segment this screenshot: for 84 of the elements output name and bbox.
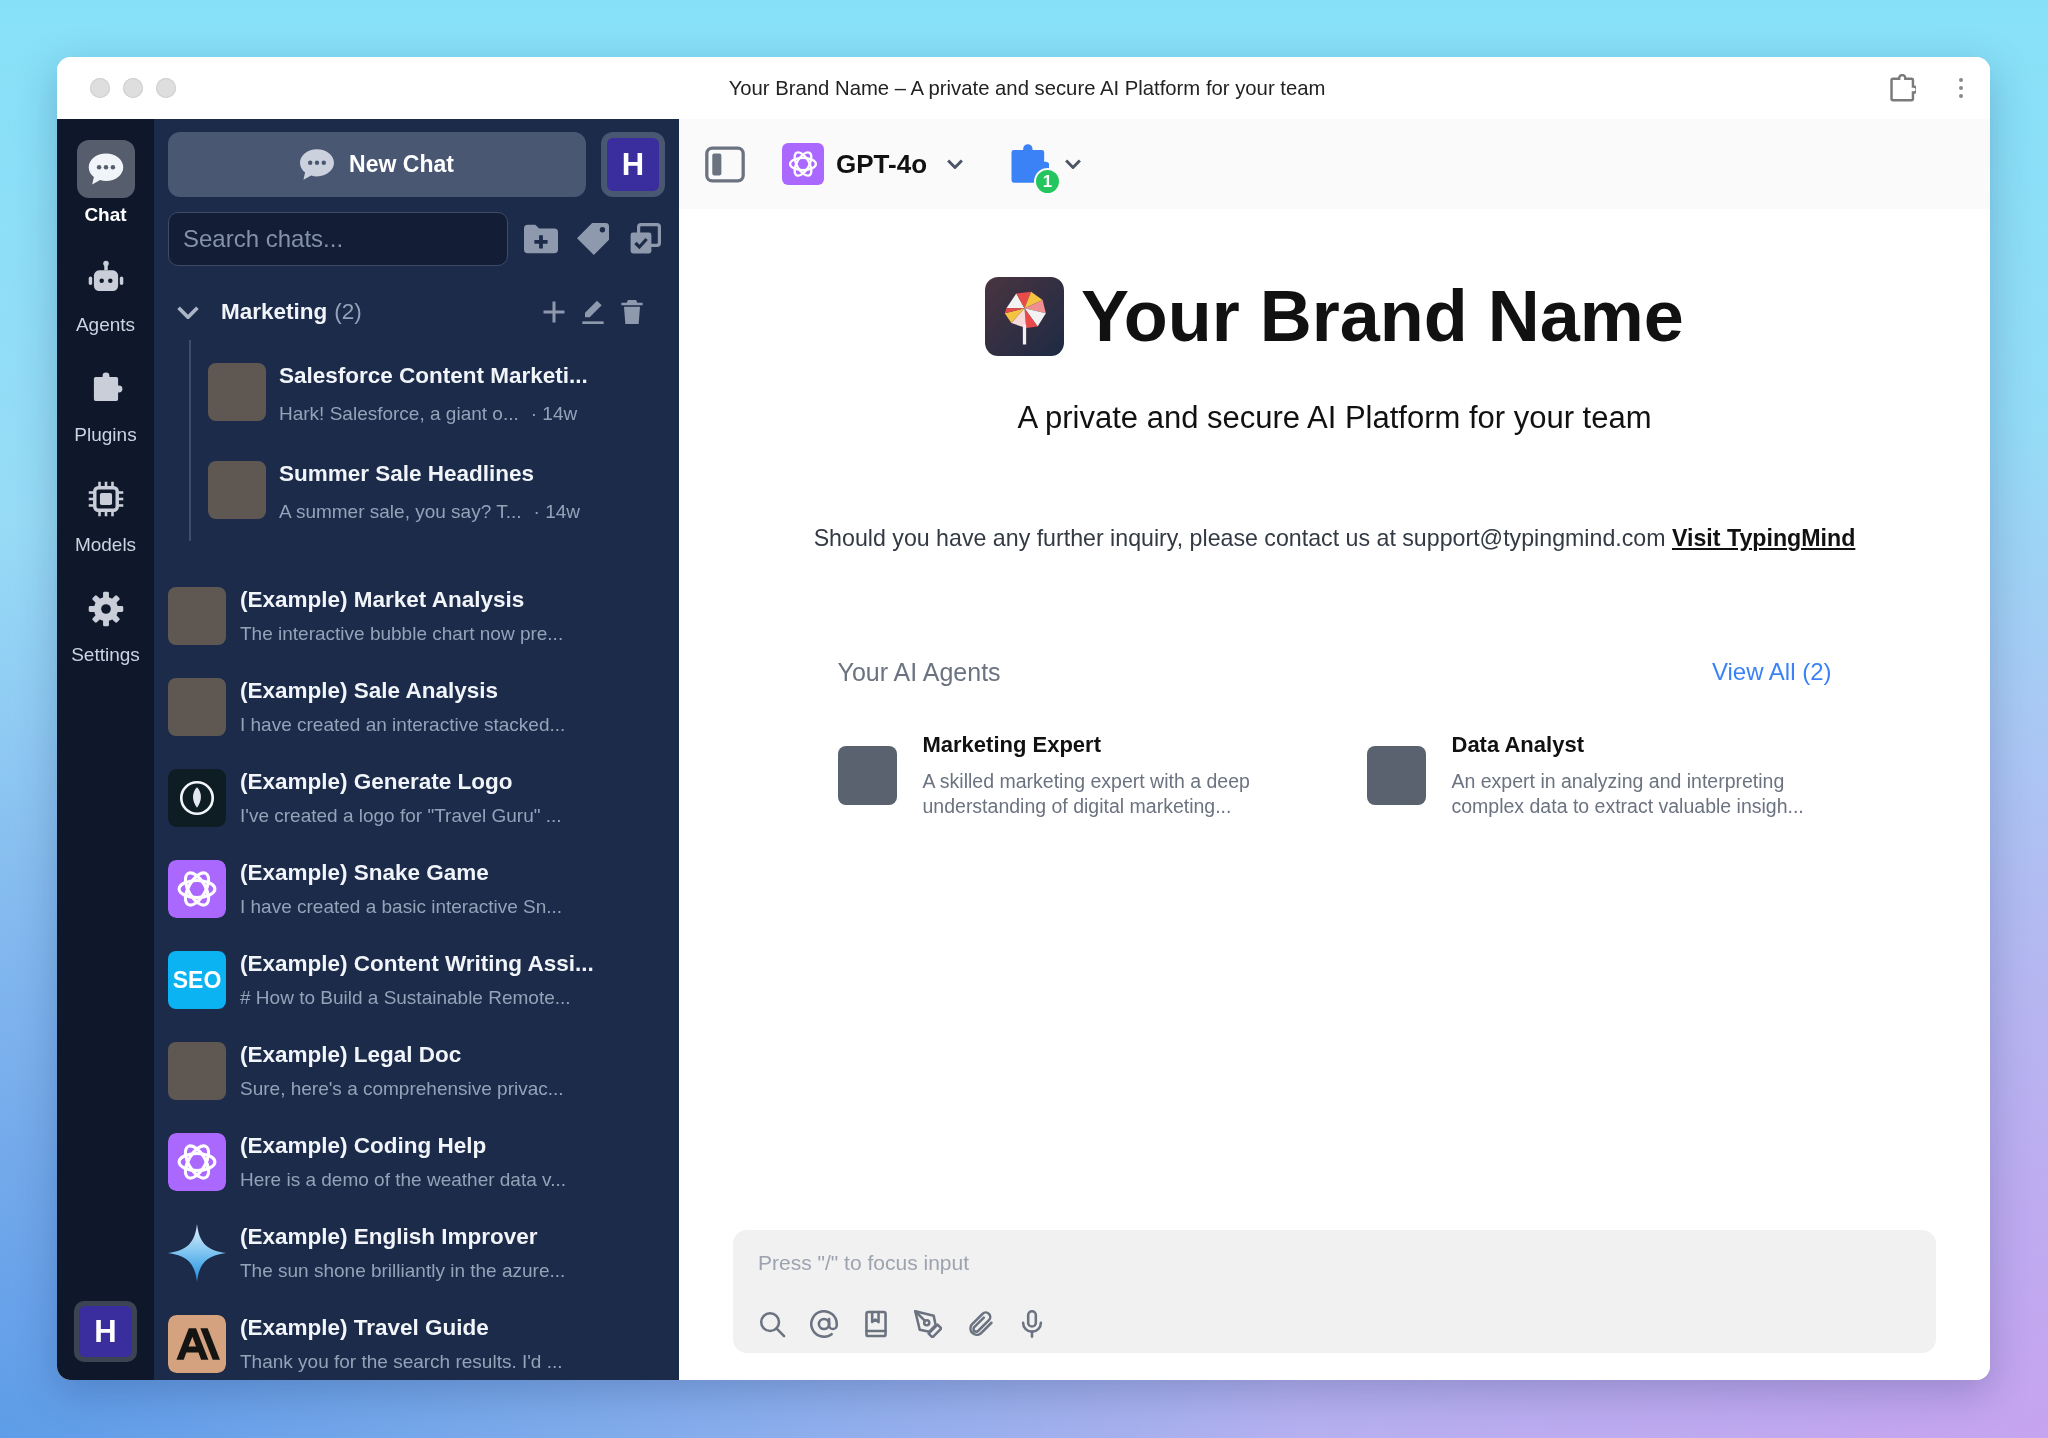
folder-name[interactable]: Marketing bbox=[221, 299, 328, 325]
nav-button[interactable]: Agents bbox=[63, 250, 148, 337]
chat-bubble-icon bbox=[300, 149, 335, 180]
chat-preview: The interactive bubble chart now pre... bbox=[240, 622, 564, 646]
model-selector[interactable]: GPT-4o bbox=[782, 143, 963, 185]
window-title: Your Brand Name – A private and secure AI Platform for your team bbox=[728, 76, 1326, 100]
chat-preview: Hark! Salesforce, a giant o... bbox=[279, 402, 519, 426]
photo-placeholder bbox=[168, 587, 226, 645]
gear-icon bbox=[86, 590, 125, 628]
chat-preview: Thank you for the search results. I'd ... bbox=[240, 1350, 563, 1374]
nav-button[interactable]: Chat bbox=[63, 140, 148, 227]
nav-button[interactable]: Plugins bbox=[63, 360, 148, 447]
agent-name[interactable]: Data Analyst bbox=[1451, 731, 1857, 759]
message-input[interactable]: Press "/" to focus input bbox=[758, 1248, 1910, 1278]
book-icon[interactable] bbox=[862, 1310, 890, 1338]
chat-title[interactable]: Salesforce Content Marketi... bbox=[279, 363, 588, 389]
photo-placeholder bbox=[1366, 745, 1426, 805]
letter-mark-logo-icon bbox=[168, 1315, 226, 1373]
chat-preview: The sun shone brilliantly in the azure... bbox=[240, 1259, 566, 1283]
atom-logo-icon bbox=[168, 1133, 226, 1191]
chat-preview: I have created a basic interactive Sn... bbox=[240, 895, 563, 919]
chat-preview: I've created a logo for "Travel Guru" ... bbox=[240, 804, 562, 828]
chevron-icon[interactable] bbox=[177, 305, 199, 319]
chat-title[interactable]: (Example) Sale Analysis bbox=[240, 678, 566, 704]
nav-button[interactable]: Settings bbox=[63, 580, 148, 667]
chat-preview: # How to Build a Sustainable Remote... bbox=[240, 986, 571, 1010]
atom-logo-icon bbox=[782, 143, 824, 185]
plus-icon[interactable] bbox=[542, 300, 566, 324]
chat-title[interactable]: Summer Sale Headlines bbox=[279, 461, 580, 487]
leaf-ring-logo-icon bbox=[168, 769, 226, 827]
chat-title[interactable]: (Example) Market Analysis bbox=[240, 587, 564, 613]
visit-link[interactable]: Visit TypingMind bbox=[1672, 525, 1856, 551]
chat-preview: I have created an interactive stacked... bbox=[240, 713, 566, 737]
chat-title[interactable]: (Example) Content Writing Assi... bbox=[240, 951, 594, 977]
tag-icon[interactable] bbox=[576, 223, 610, 255]
search-field[interactable]: Search chats... bbox=[168, 212, 508, 266]
pencil-icon[interactable] bbox=[581, 300, 605, 324]
at-sign-icon[interactable] bbox=[810, 1310, 838, 1338]
folder-count: (2) bbox=[334, 299, 362, 325]
avatar-button[interactable]: H bbox=[74, 1301, 137, 1362]
photo-placeholder bbox=[208, 461, 266, 519]
photo-placeholder bbox=[168, 1042, 226, 1100]
paperclip-icon[interactable] bbox=[966, 1310, 994, 1338]
chat-title[interactable]: (Example) Travel Guide bbox=[240, 1315, 563, 1341]
chat-preview: A summer sale, you say? T... bbox=[279, 500, 522, 524]
avatar-button[interactable]: H bbox=[601, 132, 665, 197]
chevron-down-icon[interactable] bbox=[1065, 159, 1081, 169]
search-icon[interactable] bbox=[758, 1310, 786, 1338]
chip-icon bbox=[86, 480, 125, 518]
pen-nib-icon[interactable] bbox=[914, 1310, 942, 1338]
chat-title[interactable]: (Example) English Improver bbox=[240, 1224, 566, 1250]
tagline: A private and secure AI Platform for your team bbox=[1017, 399, 1652, 437]
contact-text: Should you have any further inquiry, please contact us at support@typingmind.com Visit TypingMind bbox=[813, 524, 1856, 553]
more-icon[interactable] bbox=[1958, 76, 1964, 100]
copy-check-icon[interactable] bbox=[628, 223, 662, 255]
photo-placeholder bbox=[208, 363, 266, 421]
agent-name[interactable]: Marketing Expert bbox=[922, 731, 1328, 759]
chat-time: · 14w bbox=[533, 500, 580, 524]
chevron-down-icon bbox=[947, 159, 963, 169]
chat-title[interactable]: (Example) Coding Help bbox=[240, 1133, 566, 1159]
trash-icon[interactable] bbox=[620, 300, 644, 324]
chat-title[interactable]: (Example) Snake Game bbox=[240, 860, 563, 886]
sidebar-toggle-icon[interactable] bbox=[705, 145, 745, 183]
atom-logo-icon bbox=[168, 860, 226, 918]
view-all-link[interactable]: View All (2) bbox=[1711, 655, 1832, 689]
folder-plus-icon[interactable] bbox=[524, 223, 558, 255]
chat-preview: Here is a demo of the weather data v... bbox=[240, 1168, 566, 1192]
chat-title[interactable]: (Example) Legal Doc bbox=[240, 1042, 564, 1068]
count-badge: 1 bbox=[1034, 168, 1061, 195]
chat-title[interactable]: (Example) Generate Logo bbox=[240, 769, 562, 795]
nav-button[interactable]: Models bbox=[63, 470, 148, 557]
new-chat-button[interactable]: New Chat bbox=[168, 132, 586, 197]
geometric-logo-icon bbox=[985, 277, 1065, 356]
sparkle-icon bbox=[168, 1224, 226, 1282]
agent-description: A skilled marketing expert with a deep understanding of digital marketing... bbox=[922, 769, 1251, 819]
puzzle-icon[interactable] bbox=[1890, 74, 1916, 102]
section-title: Your AI Agents bbox=[837, 657, 1001, 688]
photo-placeholder bbox=[168, 678, 226, 736]
brand-title: Your Brand Name bbox=[1081, 277, 1684, 356]
chat-time: · 14w bbox=[530, 402, 578, 426]
text-avatar: SEO bbox=[168, 951, 226, 1009]
chat-preview: Sure, here's a comprehensive privac... bbox=[240, 1077, 564, 1101]
photo-placeholder bbox=[837, 745, 897, 805]
agent-description: An expert in analyzing and interpreting complex data to extract valuable insigh... bbox=[1451, 769, 1805, 819]
